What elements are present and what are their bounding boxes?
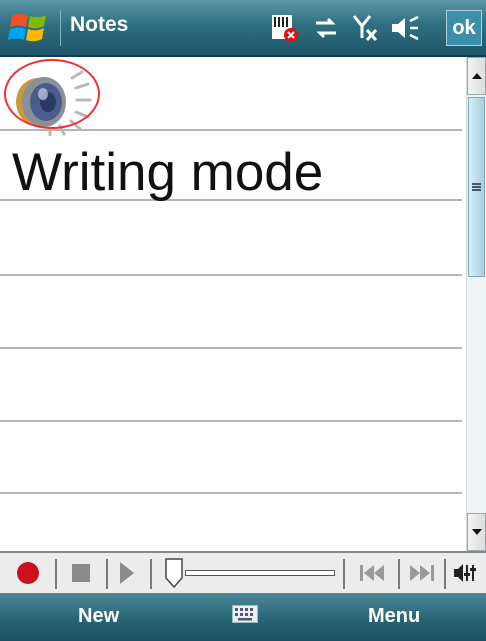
record-button[interactable] [8,557,48,589]
note-text[interactable]: Writing mode [12,142,323,203]
status-icons [270,6,420,50]
volume-icon [454,564,476,582]
skip-forward-icon [410,565,434,581]
volume-button[interactable] [448,557,484,589]
arrow-up-icon [471,73,482,79]
stop-button[interactable] [62,557,100,589]
softkey-bar: New Menu [0,593,486,641]
skip-back-icon [360,565,384,581]
scroll-down-button[interactable] [467,513,486,551]
position-slider[interactable] [185,570,335,576]
highlight-circle [4,59,100,129]
slider-thumb[interactable] [164,558,184,588]
ruled-line [0,420,462,422]
title-bar: Notes ok [0,0,486,57]
ok-button[interactable]: ok [446,10,482,46]
menu-softkey[interactable]: Menu [368,605,420,628]
ruled-line [0,274,462,276]
play-icon [120,562,134,584]
no-signal-icon[interactable] [352,14,378,42]
keyboard-icon[interactable] [232,605,258,623]
speaker-volume-icon[interactable] [390,15,420,41]
app-title: Notes [70,13,129,36]
toolbar-separator [343,559,345,589]
scroll-thumb[interactable] [468,97,485,277]
storage-card-error-icon[interactable] [270,13,300,43]
grip-icon [472,183,481,191]
toolbar-separator [55,559,57,589]
recording-toolbar [0,551,486,593]
skip-forward-button[interactable] [404,557,440,589]
toolbar-separator [444,559,446,589]
ruled-line [0,347,462,349]
title-separator [60,10,61,46]
record-icon [17,562,39,584]
arrow-down-icon [471,529,482,535]
toolbar-separator [398,559,400,589]
toolbar-separator [150,559,152,589]
ruled-line [0,492,462,494]
windows-start-icon[interactable] [4,8,60,48]
note-area[interactable]: Writing mode [0,57,466,551]
toolbar-separator [106,559,108,589]
new-softkey[interactable]: New [78,605,119,628]
stop-icon [72,564,90,582]
vertical-scrollbar[interactable] [466,57,486,551]
play-button[interactable] [110,557,144,589]
scroll-up-button[interactable] [467,57,486,95]
sync-arrows-icon[interactable] [312,15,340,41]
skip-back-button[interactable] [352,557,392,589]
